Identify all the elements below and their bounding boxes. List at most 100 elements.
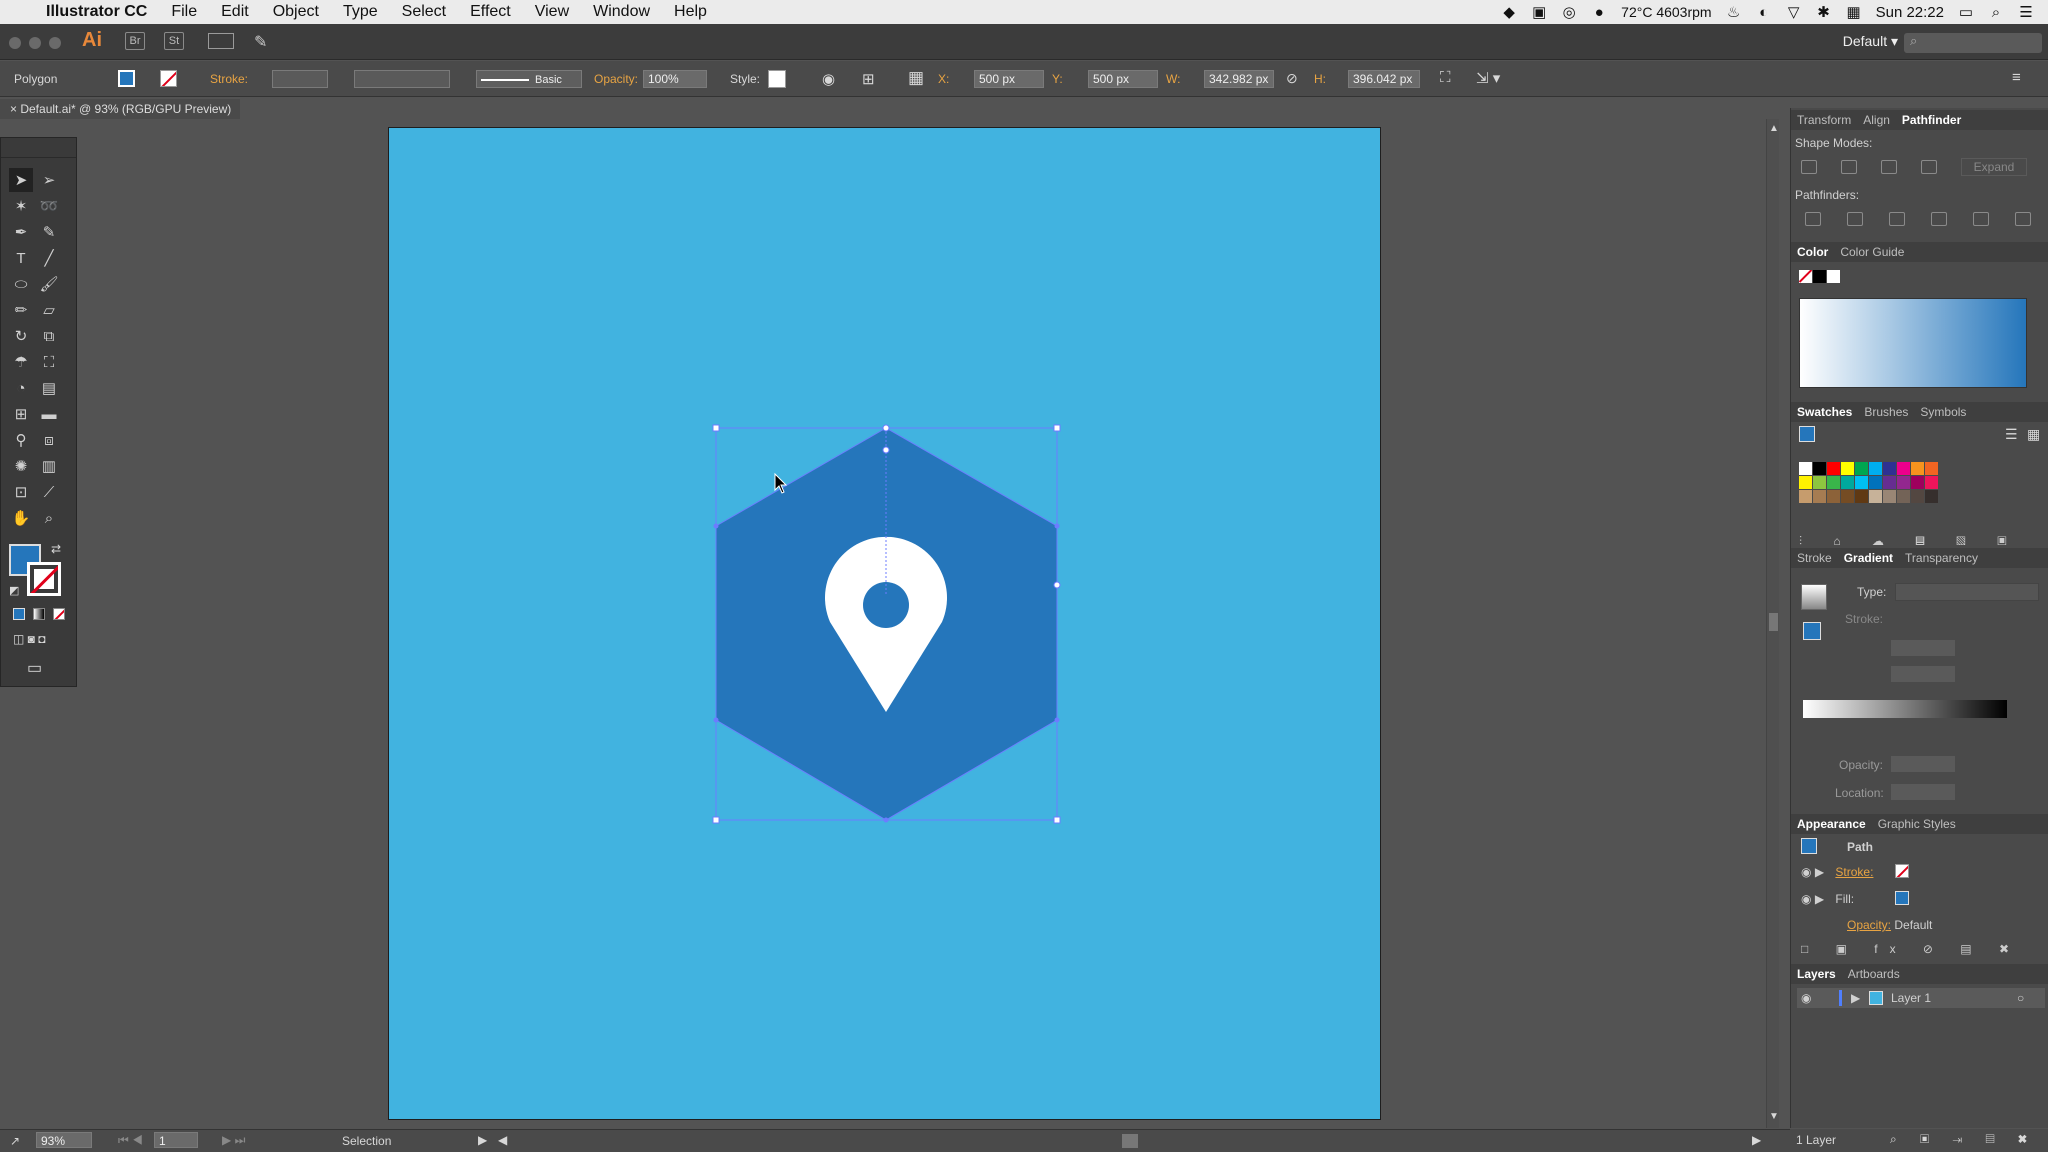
artwork[interactable] xyxy=(389,128,1382,1121)
tab-graphic-styles[interactable]: Graphic Styles xyxy=(1872,817,1962,831)
stock-button[interactable]: St xyxy=(164,32,184,50)
recolor-artwork-icon[interactable]: ◉ xyxy=(822,70,835,88)
eyedropper-tool-icon[interactable]: ⚲ xyxy=(9,428,33,452)
curvature-tool-icon[interactable]: ✎ xyxy=(37,220,61,244)
stroke-expand-icon[interactable]: ▶ xyxy=(1815,865,1824,879)
merge-button[interactable] xyxy=(1889,212,1905,226)
appearance-opacity-label[interactable]: Opacity: xyxy=(1847,918,1891,932)
menu-view[interactable]: View xyxy=(523,0,581,24)
swatch-7[interactable] xyxy=(1897,462,1910,475)
transform-icon[interactable]: ⛶ xyxy=(1440,69,1451,86)
tab-color-guide[interactable]: Color Guide xyxy=(1834,245,1910,259)
status-share-icon[interactable]: ↗ xyxy=(10,1134,20,1148)
screen-mode-icon[interactable]: ▭ xyxy=(27,658,42,678)
scroll-down-arrow[interactable]: ▼ xyxy=(1769,1111,1779,1122)
x-label[interactable]: X: xyxy=(938,72,949,86)
tab-artboards[interactable]: Artboards xyxy=(1842,967,1906,981)
menu-help[interactable]: Help xyxy=(662,0,719,24)
zoom-tool-icon[interactable]: ⌕ xyxy=(37,506,61,530)
swatch-20[interactable] xyxy=(1799,490,1812,503)
calendar-icon[interactable]: ▦ xyxy=(1846,4,1862,21)
rotate-tool-icon[interactable]: ↻ xyxy=(9,324,33,348)
tools-panel-header[interactable] xyxy=(1,138,76,158)
trim-button[interactable] xyxy=(1847,212,1863,226)
tab-swatches[interactable]: Swatches xyxy=(1791,405,1858,419)
wifi-icon[interactable]: ▽ xyxy=(1786,4,1802,21)
menu-effect[interactable]: Effect xyxy=(458,0,523,24)
symbol-sprayer-tool-icon[interactable]: ✺ xyxy=(9,454,33,478)
opacity-field[interactable]: 100% xyxy=(643,70,707,88)
eraser-tool-icon[interactable]: ▱ xyxy=(37,298,61,322)
dropbox-icon[interactable]: ◆ xyxy=(1501,4,1517,21)
warp-tool-icon[interactable]: ☂ xyxy=(9,350,33,374)
x-position-field[interactable]: 500 px xyxy=(974,70,1044,88)
thermometer-icon[interactable]: ● xyxy=(1591,4,1607,21)
align-icon[interactable]: ⊞ xyxy=(862,70,875,88)
swatch-16[interactable] xyxy=(1883,476,1896,489)
notification-center-icon[interactable]: ☰ xyxy=(2018,4,2034,21)
tab-pathfinder[interactable]: Pathfinder xyxy=(1896,113,1967,127)
layer-name[interactable]: Layer 1 xyxy=(1891,991,1931,1005)
tab-appearance[interactable]: Appearance xyxy=(1791,817,1872,831)
exclude-button[interactable] xyxy=(1921,160,1937,174)
hscroll-left-arrow[interactable]: ◀ xyxy=(498,1133,507,1147)
tab-transparency[interactable]: Transparency xyxy=(1899,551,1984,565)
swatch-23[interactable] xyxy=(1841,490,1854,503)
swatch-3[interactable] xyxy=(1841,462,1854,475)
swatch-grid[interactable] xyxy=(1799,462,2023,518)
color-black-swatch[interactable] xyxy=(1813,270,1826,283)
status-tool-name[interactable]: Selection xyxy=(342,1134,391,1148)
zoom-field[interactable]: 93% xyxy=(36,1132,92,1148)
swatch-6[interactable] xyxy=(1883,462,1896,475)
perspective-grid-tool-icon[interactable]: ▤ xyxy=(37,376,61,400)
selection-tool-icon[interactable]: ➤ xyxy=(9,168,33,192)
mesh-tool-icon[interactable]: ⊞ xyxy=(9,402,33,426)
stroke-label[interactable]: Stroke: xyxy=(210,72,248,86)
reference-point-icon[interactable]: ▦ xyxy=(908,68,924,88)
swatch-13[interactable] xyxy=(1841,476,1854,489)
color-mode-icon[interactable] xyxy=(13,608,25,620)
cloud-icon[interactable]: ◎ xyxy=(1561,4,1577,21)
swatch-8[interactable] xyxy=(1911,462,1924,475)
hscroll-right-arrow[interactable]: ▶ xyxy=(1752,1133,1761,1147)
shape-builder-tool-icon[interactable]: ◔ xyxy=(9,376,33,400)
stroke-none-swatch[interactable] xyxy=(160,70,177,87)
intersect-button[interactable] xyxy=(1881,160,1897,174)
divide-button[interactable] xyxy=(1805,212,1821,226)
line-tool-icon[interactable]: ╱ xyxy=(37,246,61,270)
vertical-scrollbar[interactable]: ▲ ▼ xyxy=(1766,119,1779,1128)
swatch-4[interactable] xyxy=(1855,462,1868,475)
swatch-10[interactable] xyxy=(1799,476,1812,489)
artboard-tool-icon[interactable]: ⊡ xyxy=(9,480,33,504)
h-label[interactable]: H: xyxy=(1314,72,1326,86)
swatch-25[interactable] xyxy=(1869,490,1882,503)
color-white-swatch[interactable] xyxy=(1827,270,1840,283)
width-field[interactable]: 342.982 px xyxy=(1204,70,1274,88)
type-tool-icon[interactable]: T xyxy=(9,246,33,270)
minus-front-button[interactable] xyxy=(1841,160,1857,174)
gradient-fill-stroke-icon[interactable] xyxy=(1803,622,1821,640)
opacity-label[interactable]: Opacity: xyxy=(594,72,638,86)
tab-transform[interactable]: Transform xyxy=(1791,113,1857,127)
search-help-input[interactable]: ⌕ xyxy=(1904,33,2042,53)
battery-icon[interactable]: ▭ xyxy=(1958,4,1974,21)
magic-wand-tool-icon[interactable]: ✶ xyxy=(9,194,33,218)
menu-edit[interactable]: Edit xyxy=(209,0,261,24)
spotlight-icon[interactable]: ⌕ xyxy=(1988,4,2004,21)
layer-expand-icon[interactable]: ▶ xyxy=(1851,991,1860,1005)
gradient-mode-icon[interactable] xyxy=(33,608,45,620)
layer-target-icon[interactable]: ○ xyxy=(2017,991,2024,1005)
gradient-type-dropdown[interactable] xyxy=(1895,583,2039,601)
panel-menu-icon[interactable]: ≡ xyxy=(2012,69,2021,86)
swatch-24[interactable] xyxy=(1855,490,1868,503)
free-transform-tool-icon[interactable]: ⛶ xyxy=(37,350,61,374)
gradient-aspect-field[interactable] xyxy=(1891,666,1955,682)
list-view-icon[interactable]: ☰ xyxy=(2005,426,2018,443)
gradient-angle-field[interactable] xyxy=(1891,640,1955,656)
paintbrush-tool-icon[interactable]: 🖌 xyxy=(37,272,61,296)
swatch-19[interactable] xyxy=(1925,476,1938,489)
slice-tool-icon[interactable]: ⟋ xyxy=(37,480,61,504)
color-spectrum[interactable] xyxy=(1799,298,2027,388)
menu-file[interactable]: File xyxy=(159,0,209,24)
appearance-stroke-swatch[interactable] xyxy=(1895,864,1909,878)
